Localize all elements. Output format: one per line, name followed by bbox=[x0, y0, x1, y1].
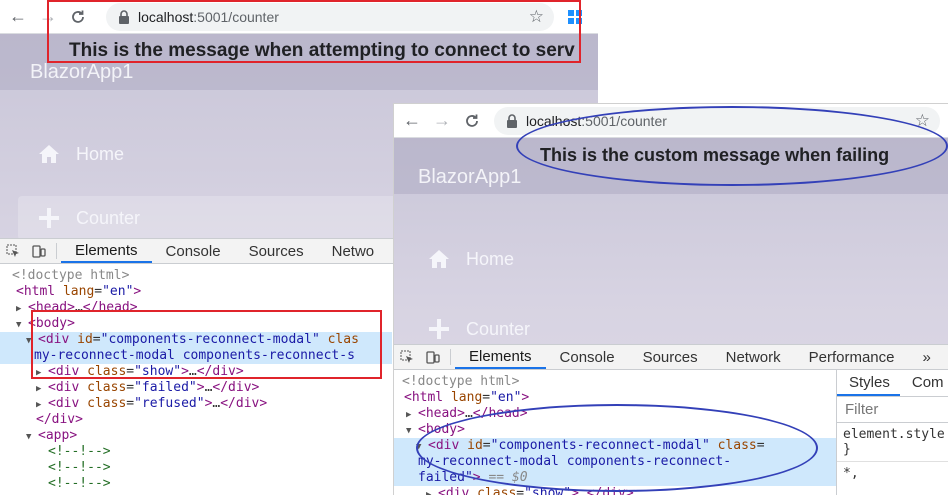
nav-counter-label: Counter bbox=[466, 318, 531, 339]
nav-item-counter[interactable]: Counter bbox=[18, 196, 398, 240]
styles-pane: Styles Com Filter element.style} *, bbox=[836, 370, 948, 495]
annotation-red-box-message bbox=[47, 0, 581, 63]
nav-home-label: Home bbox=[466, 248, 515, 269]
tab-elements[interactable]: Elements bbox=[455, 345, 546, 369]
dom-line-html[interactable]: <html lang="en"> bbox=[16, 284, 141, 300]
home-icon bbox=[429, 250, 449, 268]
style-rule-element[interactable]: element.style} bbox=[837, 423, 948, 461]
annotation-blue-ellipse-modal bbox=[416, 404, 818, 492]
forward-icon[interactable]: → bbox=[430, 109, 454, 133]
dom-line-doctype[interactable]: <!doctype html> bbox=[12, 268, 129, 284]
dom-line-doctype[interactable]: <!doctype html> bbox=[402, 374, 519, 390]
dom-line-div-failed[interactable]: ▶ <div class="failed">…</div> bbox=[36, 380, 259, 397]
back-icon[interactable]: ← bbox=[6, 5, 30, 29]
nav-item-counter[interactable]: Counter bbox=[428, 318, 530, 340]
dom-line-div-refused[interactable]: ▶ <div class="refused">…</div> bbox=[36, 396, 267, 413]
dom-line-div-close[interactable]: </div> bbox=[36, 412, 83, 428]
tab-console[interactable]: Console bbox=[546, 345, 629, 369]
annotation-blue-ellipse-message bbox=[516, 106, 948, 186]
reload-icon[interactable] bbox=[460, 109, 484, 133]
plus-icon bbox=[429, 319, 449, 339]
tab-console[interactable]: Console bbox=[152, 239, 235, 263]
style-rule-universal[interactable]: *, bbox=[837, 461, 948, 485]
dom-line-comment[interactable]: <!--!--> bbox=[48, 460, 111, 476]
device-toolbar-icon[interactable] bbox=[420, 345, 446, 369]
plus-icon bbox=[39, 208, 59, 228]
nav-item-home[interactable]: Home bbox=[428, 248, 514, 270]
home-icon bbox=[39, 145, 59, 163]
back-icon[interactable]: ← bbox=[400, 109, 424, 133]
tab-sources[interactable]: Sources bbox=[235, 239, 318, 263]
app-brand[interactable]: BlazorApp1 bbox=[418, 166, 521, 189]
devtools-tab-bar: Elements Console Sources Network Perform… bbox=[394, 345, 948, 370]
tab-sources[interactable]: Sources bbox=[629, 345, 712, 369]
tab-styles[interactable]: Styles bbox=[837, 370, 900, 396]
tab-computed[interactable]: Com bbox=[900, 370, 948, 396]
more-tabs-icon[interactable]: » bbox=[909, 345, 945, 369]
dom-line-comment[interactable]: <!--!--> bbox=[48, 476, 111, 492]
styles-tab-bar: Styles Com bbox=[837, 370, 948, 397]
dom-line-html[interactable]: <html lang="en"> bbox=[404, 390, 529, 406]
inspect-element-icon[interactable] bbox=[0, 239, 26, 263]
dom-line-app[interactable]: ▼ <app> bbox=[26, 428, 77, 445]
device-toolbar-icon[interactable] bbox=[26, 239, 52, 263]
inspect-element-icon[interactable] bbox=[394, 345, 420, 369]
nav-item-home[interactable]: Home bbox=[38, 143, 124, 165]
annotation-red-box-modal bbox=[31, 310, 382, 379]
tab-performance[interactable]: Performance bbox=[795, 345, 909, 369]
lock-icon bbox=[507, 114, 517, 128]
dom-line-comment[interactable]: <!--!--> bbox=[48, 444, 111, 460]
app-brand[interactable]: BlazorApp1 bbox=[30, 61, 133, 84]
nav-home-label: Home bbox=[76, 143, 125, 164]
tab-elements[interactable]: Elements bbox=[61, 239, 152, 263]
nav-counter-label: Counter bbox=[76, 207, 141, 228]
tab-network[interactable]: Netwo bbox=[318, 239, 389, 263]
styles-filter-input[interactable]: Filter bbox=[837, 397, 948, 423]
tab-network[interactable]: Network bbox=[712, 345, 795, 369]
